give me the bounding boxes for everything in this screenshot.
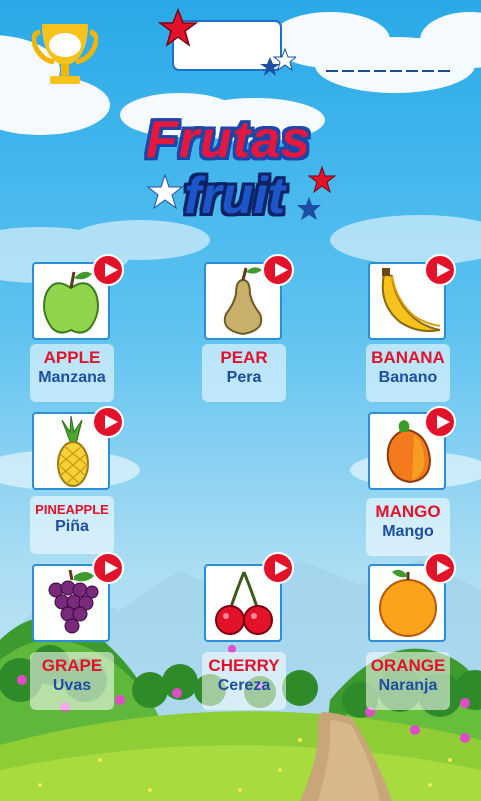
fruit-label-mango: MANGO Mango: [366, 498, 450, 556]
play-sound-button-grape[interactable]: [92, 552, 124, 584]
red-star-icon: [308, 166, 336, 194]
play-sound-button-banana[interactable]: [424, 254, 456, 286]
letter-blank: [390, 70, 402, 72]
white-star-icon: [146, 174, 184, 210]
fruit-name-english: GRAPE: [41, 656, 103, 675]
fruit-label-pineapple: PINEAPPLE Piña: [30, 496, 114, 554]
fruit-name-spanish: Manzana: [38, 369, 106, 386]
fruit-label-grape: GRAPE Uvas: [30, 652, 114, 710]
fruit-label-apple: APPLE Manzana: [30, 344, 114, 402]
play-sound-button-mango[interactable]: [424, 406, 456, 438]
fruit-name-english: APPLE: [43, 348, 101, 367]
fruit-name-spanish: Mango: [382, 523, 434, 540]
letter-blank: [406, 70, 418, 72]
fruit-label-orange: ORANGE Naranja: [366, 652, 450, 710]
play-sound-button-pear[interactable]: [262, 254, 294, 286]
logo-title-spanish: Frutas: [146, 111, 311, 169]
game-screen: Frutas fruit APPLE Manzana PEAR Pera BAN…: [0, 0, 481, 801]
letter-blank: [422, 70, 434, 72]
fruit-name-english: PINEAPPLE: [35, 502, 109, 517]
letter-blank: [358, 70, 370, 72]
red-star-icon: [158, 8, 198, 47]
fruit-name-english: ORANGE: [370, 656, 446, 675]
fruit-name-english: PEAR: [220, 348, 268, 367]
play-sound-button-pineapple[interactable]: [92, 406, 124, 438]
play-sound-button-orange[interactable]: [424, 552, 456, 584]
fruit-label-banana: BANANA Banano: [366, 344, 450, 402]
fruit-name-spanish: Pera: [226, 369, 262, 386]
letter-blank: [326, 70, 338, 72]
blue-star-icon: [297, 197, 321, 220]
letter-blank: [342, 70, 354, 72]
play-sound-button-apple[interactable]: [92, 254, 124, 286]
fruit-label-cherry: CHERRY Cereza: [202, 652, 286, 710]
fruit-name-english: BANANA: [371, 348, 445, 367]
fruit-name-spanish: Cereza: [217, 677, 271, 694]
fruit-name-spanish: Uvas: [52, 677, 92, 694]
letter-blank: [438, 70, 450, 72]
fruit-name-english: CHERRY: [208, 656, 280, 675]
game-logo: Frutas fruit: [140, 108, 340, 236]
fruit-name-spanish: Banano: [378, 369, 438, 386]
fruit-name-spanish: Naranja: [378, 677, 438, 694]
fruit-name-english: MANGO: [375, 502, 441, 521]
fruit-label-pear: PEAR Pera: [202, 344, 286, 402]
white-stars-icon: [260, 48, 296, 76]
letter-blank: [374, 70, 386, 72]
trophy-icon[interactable]: [32, 20, 98, 88]
logo-title-english: fruit: [184, 167, 286, 225]
fruit-name-spanish: Piña: [55, 518, 89, 535]
play-sound-button-cherry[interactable]: [262, 552, 294, 584]
